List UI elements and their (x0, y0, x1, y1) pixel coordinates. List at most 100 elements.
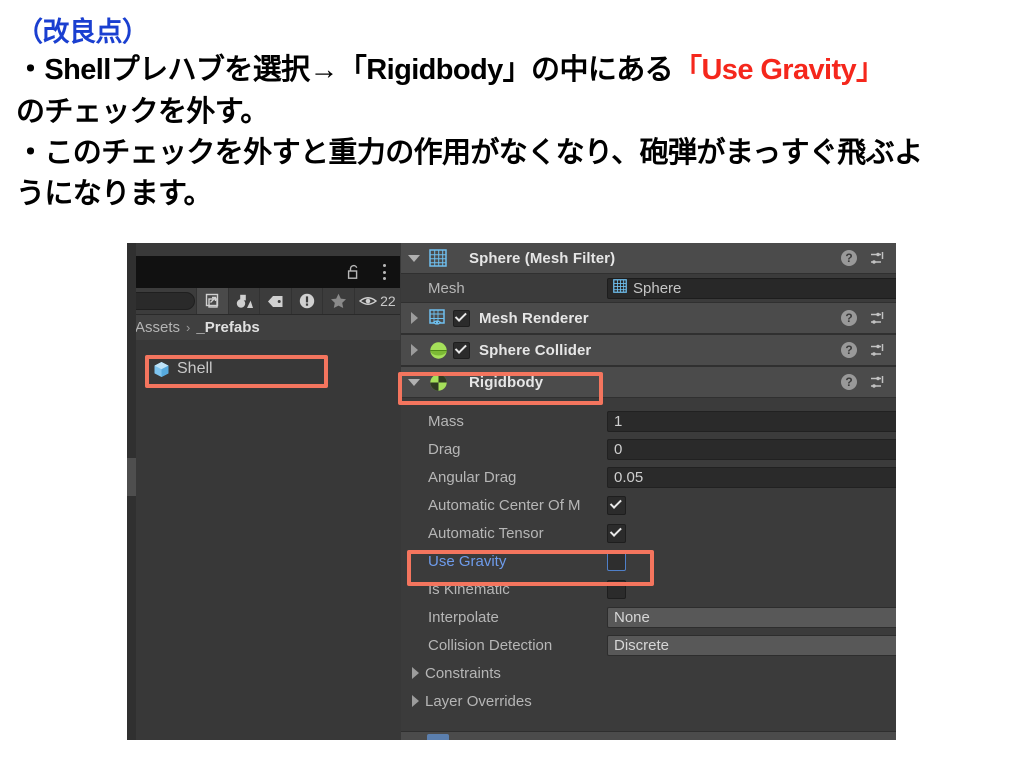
chevron-right-icon: › (186, 320, 191, 335)
foldout-arrow-right-icon[interactable] (401, 312, 427, 324)
component-title: Mesh Renderer (479, 309, 589, 327)
slide-line-1: ・Shellプレハブを選択→「Rigidbody」の中にある「Use Gravi… (16, 50, 1016, 91)
object-field-value: Sphere (633, 279, 682, 297)
preset-sliders-icon[interactable] (870, 311, 886, 326)
rigidbody-icon (427, 372, 449, 392)
preset-sliders-icon[interactable] (870, 375, 886, 390)
project-panel-tab-bar (127, 256, 400, 288)
object-field-mesh[interactable]: Sphere (607, 277, 896, 299)
dropdown-interpolate[interactable]: None (607, 606, 896, 628)
foldout-label: Layer Overrides (425, 692, 532, 710)
foldout-row-layer-overrides[interactable]: Layer Overrides (401, 687, 896, 715)
help-question-icon[interactable]: ? (841, 310, 857, 326)
prefab-cube-icon (153, 361, 170, 378)
slide-heading: （改良点） (16, 17, 149, 47)
project-panel-top-strip (127, 243, 400, 256)
foldout-arrow-down-icon[interactable] (401, 254, 427, 262)
filter-by-type-icon[interactable] (227, 288, 259, 314)
number-field-mass[interactable]: 1 (607, 410, 896, 432)
slide-line-3: ・このチェックを外すと重力の作用がなくなり、砲弾がまっすぐ飛ぶよ (16, 136, 923, 169)
lock-open-icon[interactable] (347, 264, 361, 280)
filter-by-label-icon[interactable] (259, 288, 290, 314)
property-row-automatic-center-of-mass: Automatic Center Of M (401, 491, 896, 519)
slide-text-block: （改良点） ・Shellプレハブを選択→「Rigidbody」の中にある「Use… (16, 14, 1016, 215)
slide-accent-use-gravity: 「Use Gravity」 (673, 54, 885, 87)
breadcrumb: Assets › _Prefabs (127, 315, 400, 340)
list-item-label: Shell (177, 360, 213, 377)
spacer (401, 398, 896, 407)
visibility-eye-icon[interactable]: 22 (353, 288, 400, 314)
search-input[interactable] (127, 292, 196, 310)
unity-editor-screenshot: 22 Assets › _Prefabs Shell Sphere (Mesh … (127, 243, 896, 740)
component-title: Sphere Collider (479, 341, 592, 359)
component-header-actions: ? (841, 303, 886, 333)
sphere-collider-icon (427, 340, 449, 360)
project-toolbar: 22 (127, 288, 400, 315)
kebab-menu-icon[interactable] (382, 264, 386, 280)
component-header-partially-visible[interactable] (401, 731, 896, 740)
component-title: Sphere (Mesh Filter) (469, 249, 616, 267)
dropdown-collision-detection[interactable]: Discrete (607, 634, 896, 656)
foldout-row-constraints[interactable]: Constraints (401, 659, 896, 687)
help-question-icon[interactable]: ? (841, 250, 857, 266)
project-vertical-scrollbar[interactable] (127, 458, 136, 496)
help-question-icon[interactable]: ? (841, 342, 857, 358)
component-header-actions: ? (841, 335, 886, 365)
property-row-angular-drag: Angular Drag 0.05 (401, 463, 896, 491)
slide-line-2: のチェックを外す。 (16, 95, 269, 128)
mesh-renderer-icon (427, 308, 449, 328)
breadcrumb-current[interactable]: _Prefabs (196, 319, 259, 336)
property-row-use-gravity: Use Gravity (401, 547, 896, 575)
script-icon (427, 734, 449, 740)
property-row-automatic-tensor: Automatic Tensor (401, 519, 896, 547)
foldout-arrow-right-icon (412, 667, 419, 679)
property-label: Use Gravity (428, 552, 507, 570)
foldout-arrow-right-icon[interactable] (401, 344, 427, 356)
hidden-object-count: 22 (380, 293, 396, 309)
property-row-mass: Mass 1 (401, 407, 896, 435)
property-label: Automatic Tensor (428, 524, 544, 542)
open-in-new-window-icon[interactable] (196, 288, 228, 314)
mesh-icon (613, 279, 627, 297)
property-row-mesh: Mesh Sphere (401, 274, 896, 302)
number-field-angular-drag[interactable]: 0.05 (607, 466, 896, 488)
preset-sliders-icon[interactable] (870, 251, 886, 266)
component-header-actions: ? (841, 243, 886, 273)
foldout-arrow-down-icon[interactable] (401, 378, 427, 386)
foldout-arrow-right-icon (412, 695, 419, 707)
inspector-panel: Sphere (Mesh Filter) ? Mesh Sphere Mesh … (401, 243, 896, 740)
breadcrumb-root[interactable]: Assets (135, 319, 180, 336)
property-row-drag: Drag 0 (401, 435, 896, 463)
preset-sliders-icon[interactable] (870, 343, 886, 358)
component-header-mesh-filter[interactable]: Sphere (Mesh Filter) ? (401, 243, 896, 274)
property-label: Drag (428, 440, 461, 458)
list-item[interactable]: Shell (144, 357, 322, 381)
component-header-mesh-renderer[interactable]: Mesh Renderer ? (401, 303, 896, 334)
component-title: Rigidbody (469, 373, 544, 391)
property-label: Mass (428, 412, 464, 430)
foldout-label: Constraints (425, 664, 501, 682)
component-header-actions: ? (841, 367, 886, 397)
mesh-filter-icon (427, 248, 449, 268)
property-label: Interpolate (428, 608, 499, 626)
project-asset-list: Shell (127, 340, 400, 740)
checkbox-automatic-center-of-mass[interactable] (607, 495, 626, 515)
property-label: Collision Detection (428, 636, 553, 654)
component-enabled-checkbox[interactable] (453, 309, 470, 327)
property-label: Automatic Center Of M (428, 496, 581, 514)
spacer (401, 715, 896, 724)
component-header-sphere-collider[interactable]: Sphere Collider ? (401, 335, 896, 366)
help-question-icon[interactable]: ? (841, 374, 857, 390)
checkbox-automatic-tensor[interactable] (607, 523, 626, 543)
project-panel: 22 Assets › _Prefabs Shell (127, 243, 400, 740)
property-row-collision-detection: Collision Detection Discrete (401, 631, 896, 659)
checkbox-is-kinematic[interactable] (607, 579, 626, 599)
component-enabled-checkbox[interactable] (453, 341, 470, 359)
property-label: Angular Drag (428, 468, 517, 486)
checkbox-use-gravity[interactable] (607, 551, 626, 571)
filter-by-favorite-icon[interactable] (322, 288, 353, 314)
slide-line-4: うになります。 (16, 177, 213, 210)
component-header-rigidbody[interactable]: Rigidbody ? (401, 367, 896, 398)
filter-by-warning-icon[interactable] (290, 288, 322, 314)
number-field-drag[interactable]: 0 (607, 438, 896, 460)
